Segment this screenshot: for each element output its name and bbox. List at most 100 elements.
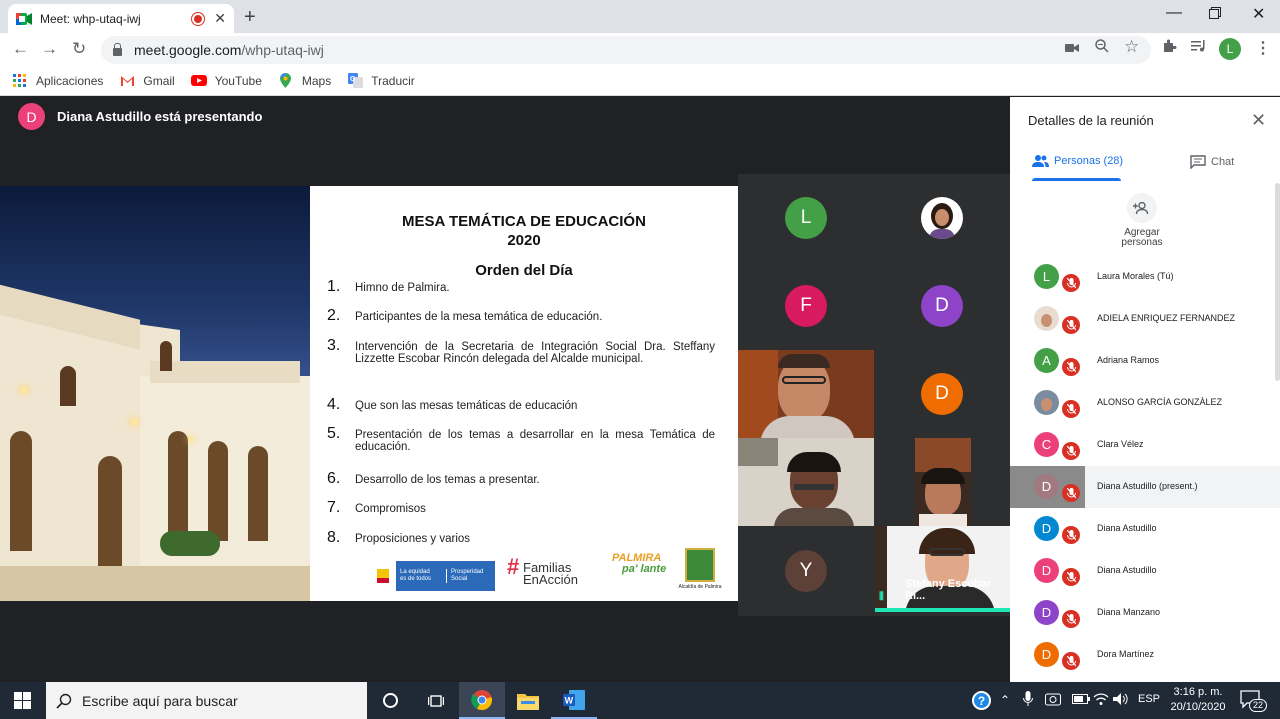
- muted-mic-icon[interactable]: [1062, 568, 1080, 586]
- bookmark-translate[interactable]: G Traducir: [347, 73, 415, 88]
- new-tab-icon[interactable]: +: [244, 6, 256, 29]
- bookmark-gmail[interactable]: Gmail: [119, 73, 175, 88]
- bookmark-apps[interactable]: Aplicaciones: [12, 73, 104, 88]
- search-placeholder: Escribe aquí para buscar: [82, 692, 238, 709]
- meet-stage: D Diana Astudillo está presentando MESA …: [0, 97, 1010, 682]
- participant-row[interactable]: C Clara Vélez: [1010, 424, 1280, 466]
- extensions-icon[interactable]: [1162, 38, 1177, 57]
- self-view-video[interactable]: ⦀ Stefany Escobar Ri...: [875, 526, 1010, 612]
- add-person-icon: [1127, 193, 1157, 223]
- taskbar-clock[interactable]: 3:16 p. m. 20/10/2020: [1163, 685, 1233, 715]
- bookmark-star-icon[interactable]: ☆: [1124, 37, 1139, 57]
- muted-mic-icon[interactable]: [1062, 358, 1080, 376]
- zoom-icon[interactable]: [1095, 39, 1109, 56]
- search-icon: [56, 693, 72, 709]
- profile-avatar[interactable]: L: [1219, 38, 1241, 60]
- taskbar-search[interactable]: Escribe aquí para buscar: [46, 682, 367, 719]
- participant-name: Diana Astudillo: [1097, 523, 1157, 533]
- participant-tile[interactable]: D: [874, 262, 1010, 350]
- tab-chat[interactable]: Chat: [1190, 155, 1234, 169]
- participant-row[interactable]: D Dora Martínez: [1010, 634, 1280, 676]
- participant-video-woman-headset[interactable]: [738, 438, 874, 526]
- menu-kebab-icon[interactable]: ⋮: [1255, 38, 1271, 58]
- window-close-icon[interactable]: ✕: [1252, 4, 1265, 24]
- participant-row[interactable]: D Diana Astudillo (present.): [1010, 466, 1280, 508]
- participant-name: ALONSO GARCÍA GONZÀLEZ: [1097, 397, 1223, 407]
- translate-icon: G: [347, 73, 363, 88]
- bookmark-label: Gmail: [143, 73, 175, 88]
- maximize-icon[interactable]: [1209, 6, 1221, 24]
- word-taskbar-icon[interactable]: W: [551, 682, 597, 719]
- participant-tile[interactable]: L: [738, 174, 874, 262]
- wifi-icon[interactable]: [1093, 692, 1109, 708]
- slide-subtitle: Orden del Día: [475, 262, 573, 279]
- muted-mic-icon[interactable]: [1062, 610, 1080, 628]
- participant-row[interactable]: L Laura Morales (Tú): [1010, 256, 1280, 298]
- notification-count: 22: [1249, 699, 1268, 712]
- participant-avatar: [1034, 306, 1059, 331]
- address-bar[interactable]: meet.google.com/whp-utaq-iwj: [101, 36, 1151, 64]
- webcam-tray-icon[interactable]: [1045, 692, 1061, 709]
- tray-expand-icon[interactable]: ⌃: [1000, 693, 1010, 707]
- muted-mic-icon[interactable]: [1062, 484, 1080, 502]
- battery-icon[interactable]: [1072, 693, 1090, 707]
- help-icon[interactable]: ?: [972, 691, 991, 710]
- participant-video-woman[interactable]: [915, 438, 971, 526]
- input-language[interactable]: ESP: [1138, 693, 1160, 705]
- add-people-button[interactable]: Agregar personas: [1110, 193, 1174, 248]
- muted-mic-icon[interactable]: [1062, 400, 1080, 418]
- participant-row[interactable]: D Diana Astudillo: [1010, 508, 1280, 550]
- muted-mic-icon[interactable]: [1062, 316, 1080, 334]
- tab-close-icon[interactable]: ✕: [214, 10, 226, 27]
- windows-start-icon[interactable]: [14, 692, 31, 709]
- bookmark-maps[interactable]: Maps: [278, 73, 331, 88]
- muted-mic-icon[interactable]: [1062, 442, 1080, 460]
- tile-avatar: Y: [785, 550, 827, 592]
- reload-icon[interactable]: ↻: [72, 39, 86, 59]
- tab-people[interactable]: Personas (28): [1032, 155, 1123, 167]
- browser-tab[interactable]: Meet: whp-utaq-iwj ✕: [8, 4, 234, 33]
- close-panel-icon[interactable]: ✕: [1251, 110, 1266, 131]
- bookmark-label: Aplicaciones: [36, 73, 104, 88]
- muted-mic-icon[interactable]: [1062, 652, 1080, 670]
- participant-tile[interactable]: F: [738, 262, 874, 350]
- apps-grid-icon: [12, 73, 28, 88]
- clock-date: 20/10/2020: [1170, 701, 1226, 713]
- minimize-icon[interactable]: —: [1166, 4, 1182, 22]
- participant-name: Clara Vélez: [1097, 439, 1144, 449]
- participant-avatar: A: [1034, 348, 1059, 373]
- chrome-taskbar-icon[interactable]: [459, 682, 505, 719]
- participant-row[interactable]: ALONSO GARCÍA GONZÀLEZ: [1010, 382, 1280, 424]
- participant-video-man[interactable]: [738, 350, 874, 438]
- participant-tile[interactable]: Y: [738, 526, 874, 616]
- volume-icon[interactable]: [1113, 692, 1129, 709]
- participant-name: ADIELA ENRIQUEZ FERNANDEZ: [1097, 313, 1236, 323]
- participant-name: Laura Morales (Tú): [1097, 271, 1174, 281]
- participant-tile[interactable]: [874, 174, 1010, 262]
- task-view-icon[interactable]: [413, 682, 459, 719]
- participant-name: Dora Martínez: [1097, 649, 1155, 659]
- people-icon: [1032, 155, 1049, 167]
- participant-row[interactable]: D Diana Manzano: [1010, 592, 1280, 634]
- muted-mic-icon[interactable]: [1062, 274, 1080, 292]
- cortana-icon[interactable]: [367, 682, 413, 719]
- participant-tiles: L F D D Y ⦀ Stefany Escobar Ri...: [738, 174, 1010, 616]
- participant-avatar: L: [1034, 264, 1059, 289]
- muted-mic-icon[interactable]: [1062, 526, 1080, 544]
- participant-row[interactable]: D Diana Astudillo: [1010, 550, 1280, 592]
- notifications-icon[interactable]: 22: [1240, 690, 1268, 713]
- camera-icon[interactable]: [1065, 41, 1079, 56]
- forward-icon[interactable]: →: [41, 39, 58, 59]
- panel-title: Detalles de la reunión: [1028, 113, 1154, 128]
- back-icon[interactable]: ←: [12, 39, 29, 59]
- bookmark-youtube[interactable]: YouTube: [190, 74, 262, 88]
- presentation-slide: MESA TEMÁTICA DE EDUCACIÓN 2020 Orden de…: [0, 186, 738, 601]
- slide-title: MESA TEMÁTICA DE EDUCACIÓN: [402, 213, 646, 230]
- participant-row[interactable]: ADIELA ENRIQUEZ FERNANDEZ: [1010, 298, 1280, 340]
- bookmarks-bar: Aplicaciones Gmail YouTube Maps G Traduc…: [0, 66, 1280, 96]
- participant-tile[interactable]: D: [874, 350, 1010, 438]
- file-explorer-icon[interactable]: [505, 682, 551, 719]
- participant-row[interactable]: A Adriana Ramos: [1010, 340, 1280, 382]
- media-queue-icon[interactable]: [1191, 40, 1207, 55]
- microphone-icon[interactable]: [1023, 691, 1033, 710]
